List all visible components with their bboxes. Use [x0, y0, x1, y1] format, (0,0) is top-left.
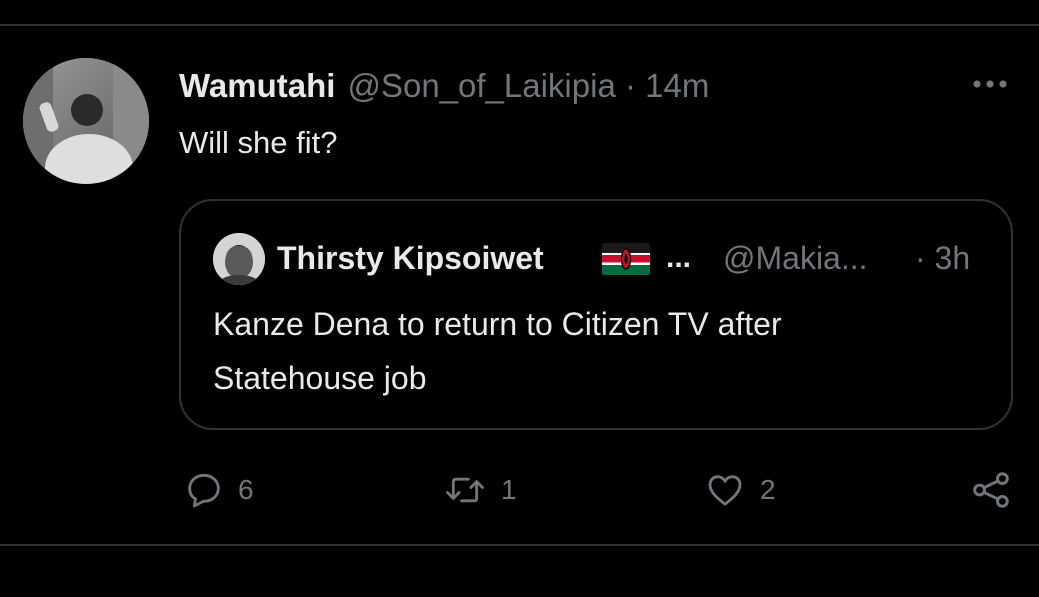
quoted-text-line-2: Statehouse job	[213, 360, 427, 396]
retweet-button[interactable]: 1	[443, 466, 517, 514]
quoted-tweet-card[interactable]: Thirsty Kipsoiwet ... @Makia... · 3h Kan…	[179, 199, 1013, 430]
quoted-tweet-time: · 3h	[915, 240, 971, 276]
reply-icon	[188, 473, 220, 508]
quoted-avatar-photo	[213, 233, 265, 285]
author-name[interactable]: Wamutahi	[179, 62, 335, 110]
reply-count: 6	[238, 474, 254, 505]
retweet-count: 1	[501, 474, 517, 505]
quoted-author-avatar[interactable]	[213, 233, 265, 285]
like-button[interactable]: 2	[704, 466, 776, 514]
tweet-text: Will she fit?	[179, 125, 338, 160]
tweet-header: Wamutahi @Son_of_Laikipia · 14m	[179, 62, 709, 110]
quoted-text-line-1: Kanze Dena to return to Citizen TV after	[213, 306, 782, 342]
author-avatar[interactable]	[23, 58, 149, 184]
more-horizontal-icon[interactable]	[966, 72, 1014, 96]
reply-button[interactable]: 6	[184, 466, 254, 514]
heart-icon	[708, 475, 742, 506]
top-divider	[0, 24, 1039, 26]
like-count: 2	[760, 474, 776, 505]
author-meta: @Son_of_Laikipia · 14m	[347, 67, 710, 104]
share-button[interactable]	[970, 466, 1012, 514]
quoted-author-name: Thirsty Kipsoiwet	[277, 240, 544, 276]
quoted-tweet-text: Kanze Dena to return to Citizen TV after…	[213, 297, 973, 405]
kenya-flag-icon	[602, 243, 650, 275]
bottom-divider	[0, 544, 1039, 546]
retweet-icon	[446, 477, 484, 503]
quoted-name-ellipsis: ...	[666, 241, 692, 274]
quoted-author-handle: @Makia...	[723, 240, 868, 276]
avatar-photo	[23, 58, 149, 184]
share-icon	[973, 472, 1009, 508]
